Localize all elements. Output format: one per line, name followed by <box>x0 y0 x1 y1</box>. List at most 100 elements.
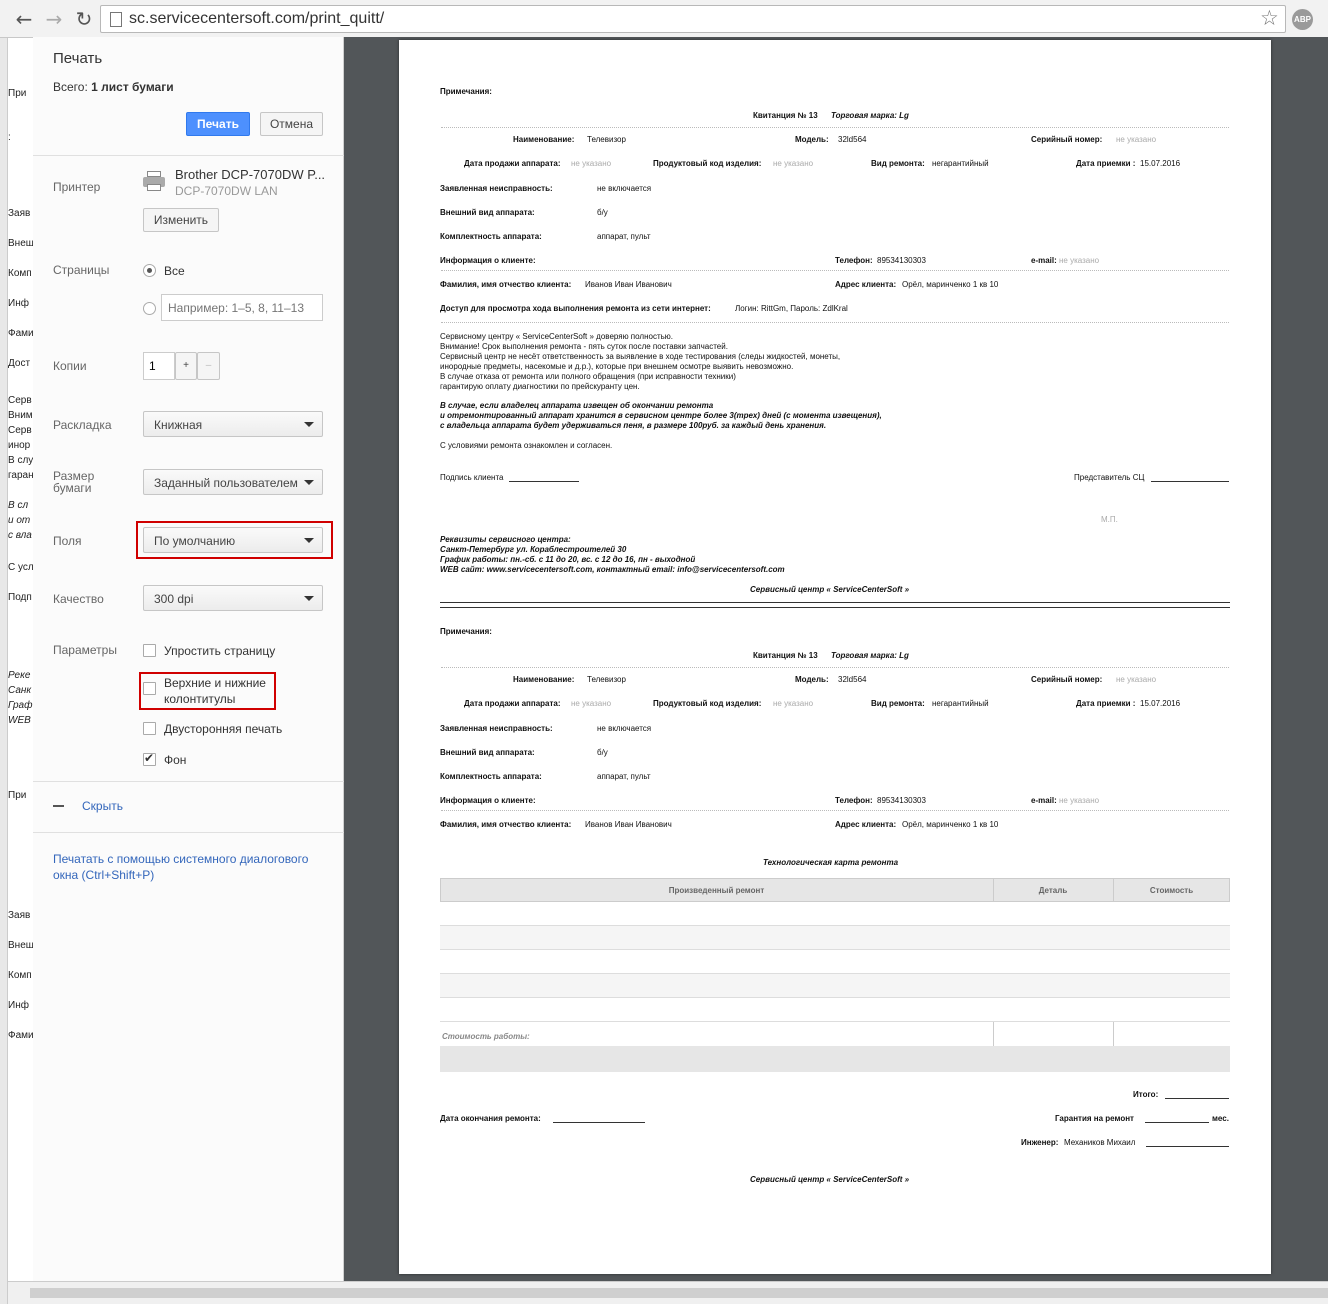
dotted-separator <box>441 810 1229 811</box>
background-fragment: При <box>8 88 27 99</box>
paper-size-select[interactable]: Заданный пользователем <box>143 469 323 495</box>
doc-text: Иванов Иван Иванович <box>585 280 672 289</box>
page-divider <box>440 602 1230 603</box>
repair-table: Произведенный ремонт Деталь Стоимость Стоим… <box>440 878 1230 1073</box>
doc-text: Дата приемки : <box>1076 699 1136 708</box>
background-fragment: При <box>8 790 27 801</box>
system-dialog-link[interactable]: Печатать с помощью системного диалоговог… <box>53 851 323 883</box>
background-fragment: Дост <box>8 358 31 369</box>
pages-label: Страницы <box>53 263 110 277</box>
layout-select[interactable]: Книжная <box>143 411 323 437</box>
printer-sub: DCP-7070DW LAN <box>175 184 278 198</box>
doc-text: Телефон: <box>835 256 873 265</box>
background-fragment: Комп <box>8 970 32 981</box>
pages-all-radio[interactable] <box>143 264 156 277</box>
background-fragment: : <box>8 132 11 143</box>
doc-text: Гарантия на ремонт <box>1055 1114 1134 1123</box>
notes-label: Примечания: <box>440 87 492 96</box>
back-arrow-icon[interactable]: ← <box>12 7 36 31</box>
doc-text: Модель: <box>795 135 829 144</box>
background-fragment: Серв <box>8 425 32 436</box>
background-fragment: Фами <box>8 1030 34 1041</box>
table-header-cell: Деталь <box>1038 886 1068 895</box>
doc-text: Комплектность аппарата: <box>440 772 542 781</box>
horizontal-scrollbar[interactable] <box>8 1281 1328 1304</box>
table-row <box>440 998 1230 1022</box>
background-fragment: Подп <box>8 592 32 603</box>
doc-text: 32ld564 <box>838 675 867 684</box>
quality-select[interactable]: 300 dpi <box>143 585 323 611</box>
print-button[interactable]: Печать <box>186 112 250 136</box>
doc-text: Информация о клиенте: <box>440 796 536 805</box>
background-fragment: Инф <box>8 298 29 309</box>
hide-link[interactable]: Скрыть <box>82 799 123 813</box>
change-printer-button[interactable]: Изменить <box>143 208 219 232</box>
tech-card-title: Технологическая карта ремонта <box>763 858 899 867</box>
table-header-cell: Стоимость <box>1149 886 1194 895</box>
bookmark-star-icon[interactable]: ☆ <box>1260 6 1279 30</box>
copies-plus-button[interactable]: + <box>175 352 197 380</box>
footer-text: Сервисный центр « ServiceCenterSoft » <box>750 1175 910 1184</box>
options-label: Параметры <box>53 643 117 657</box>
doc-text: 89534130303 <box>877 796 926 805</box>
signature-line <box>553 1122 645 1123</box>
quality-label: Качество <box>53 592 104 606</box>
doc-text: не включается <box>597 184 652 193</box>
doc-text: б/у <box>597 208 608 217</box>
doc-text: Сервисный центр не несёт ответственность… <box>440 352 841 361</box>
preview-sheet: Примечания: Квитанция № 13 Торговая марка:… <box>399 40 1271 1274</box>
copies-input[interactable]: 1 <box>143 352 175 380</box>
doc-text: б/у <box>597 748 608 757</box>
scrollbar-thumb[interactable] <box>30 1288 1328 1298</box>
reload-icon[interactable]: ↻ <box>72 7 96 31</box>
divider <box>33 832 344 833</box>
doc-text: аппарат, пульт <box>597 232 651 241</box>
signature-line <box>1151 481 1229 482</box>
pages-input[interactable] <box>161 294 323 321</box>
printer-icon <box>143 171 165 191</box>
doc-text: негарантийный <box>932 159 989 168</box>
doc-text: Телефон: <box>835 796 873 805</box>
copies-minus-button[interactable]: – <box>197 352 220 380</box>
background-checkbox[interactable] <box>143 751 156 766</box>
doc-text: Итого: <box>1133 1090 1159 1099</box>
adblock-icon[interactable]: ABP <box>1292 9 1313 30</box>
doc-text: Модель: <box>795 675 829 684</box>
doc-text: Дата приемки : <box>1076 159 1136 168</box>
background-fragment: В сл <box>8 500 29 511</box>
divider <box>33 781 344 782</box>
doc-text: Иванов Иван Иванович <box>585 820 672 829</box>
page-divider <box>440 607 1230 608</box>
duplex-checkbox[interactable] <box>143 722 156 735</box>
forward-arrow-icon[interactable]: → <box>42 7 66 31</box>
doc-text: Фамилия, имя отчество клиента: <box>440 280 572 289</box>
doc-text: Продуктовый код изделия: <box>653 159 762 168</box>
doc-text: и отремонтированный аппарат хранится в с… <box>440 411 882 420</box>
doc-text: 89534130303 <box>877 256 926 265</box>
doc-text: не указано <box>1059 796 1100 805</box>
background-fragment: и от <box>8 515 31 526</box>
doc-text: Телевизор <box>587 135 626 144</box>
collapse-icon[interactable] <box>53 805 64 807</box>
doc-text: гарантирую оплату диагностики по прейску… <box>440 382 640 391</box>
doc-text: Подпись клиента <box>440 473 504 482</box>
doc-text: Внешний вид аппарата: <box>440 748 535 757</box>
background-fragment: инор <box>8 440 31 451</box>
simplify-checkbox[interactable] <box>143 644 156 657</box>
doc-text: Внешний вид аппарата: <box>440 208 535 217</box>
pages-custom-radio[interactable] <box>143 302 156 315</box>
doc-text: График работы: пн.-сб. с 11 до 20, вс. с… <box>440 555 696 564</box>
table-header-cell: Произведенный ремонт <box>668 886 765 895</box>
address-bar[interactable]: sc.servicecentersoft.com/print_quitt/ <box>100 5 1286 33</box>
doc-text: не включается <box>597 724 652 733</box>
doc-text: Санкт-Петербург ул. Кораблестроителей 30 <box>440 545 627 554</box>
background-fragment: Заяв <box>8 910 31 921</box>
footer-text: Сервисный центр « ServiceCenterSoft » <box>750 585 910 594</box>
dotted-separator <box>441 322 1229 323</box>
url-text: sc.servicecentersoft.com/print_quitt/ <box>129 10 385 27</box>
doc-text: Серийный номер: <box>1031 135 1103 144</box>
background-fragment: В слу <box>8 455 34 466</box>
cancel-button[interactable]: Отмена <box>260 112 323 136</box>
signature-line <box>1145 1122 1209 1123</box>
printer-name: Brother DCP-7070DW P... <box>175 167 326 182</box>
